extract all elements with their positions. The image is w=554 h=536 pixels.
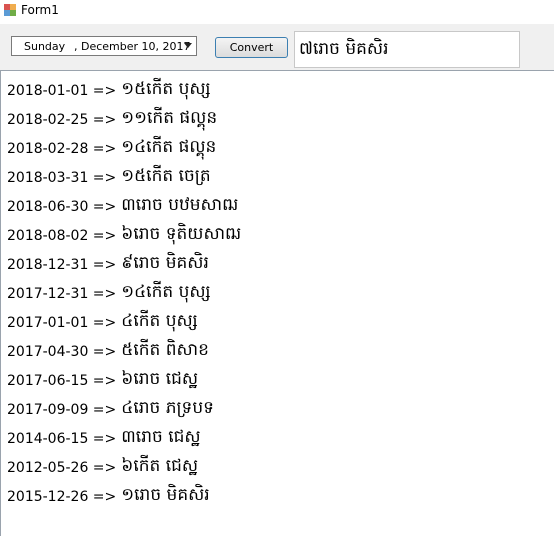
- list-item-khmer: ១៤កើត បុស្ស: [121, 282, 211, 302]
- list-item-date: 2017-06-15 =>: [7, 372, 117, 389]
- list-item-khmer: ៣រោច បឋមសាឍ: [121, 195, 239, 215]
- list-item-khmer: ៦កើត ជេស្ឋ: [121, 456, 199, 476]
- list-item: 2018-01-01 => ១៥កើត បុស្ស: [7, 76, 211, 105]
- result-textbox[interactable]: ៧រោច មិគសិរ: [294, 31, 520, 68]
- list-item-date: 2018-02-25 =>: [7, 111, 117, 128]
- list-item-date: 2018-08-02 =>: [7, 227, 117, 244]
- list-item-date: 2014-06-15 =>: [7, 430, 117, 447]
- top-panel: Sunday , December 10, 2017 Convert ៧រោច …: [0, 24, 554, 70]
- list-item-khmer: ៦រោច ទុតិយសាឍ: [121, 224, 242, 244]
- list-item-date: 2017-09-09 =>: [7, 401, 117, 418]
- title-bar: Form1: [0, 0, 554, 24]
- list-item-date: 2017-01-01 =>: [7, 314, 117, 331]
- date-picker-value: , December 10, 2017: [74, 40, 191, 53]
- list-item-date: 2018-06-30 =>: [7, 198, 117, 215]
- list-item: 2017-09-09 => ៤រោច ភទ្របទ: [7, 395, 214, 424]
- list-item: 2017-01-01 => ៤កើត បុស្ស: [7, 308, 198, 337]
- list-item-khmer: ៣រោច ជេស្ឋ: [121, 427, 201, 447]
- list-item-khmer: ១៥កើត បុស្ស: [121, 79, 211, 99]
- date-picker[interactable]: Sunday , December 10, 2017: [11, 36, 197, 56]
- list-item-date: 2017-12-31 =>: [7, 285, 117, 302]
- list-item: 2017-06-15 => ៦រោច ជេស្ឋ: [7, 366, 198, 395]
- list-item-date: 2018-12-31 =>: [7, 256, 117, 273]
- list-item: 2018-12-31 => ៩រោច មិគសិរ: [7, 250, 209, 279]
- list-item-khmer: ៩រោច មិគសិរ: [121, 253, 209, 273]
- list-item-date: 2017-04-30 =>: [7, 343, 117, 360]
- list-item: 2014-06-15 => ៣រោច ជេស្ឋ: [7, 424, 201, 453]
- window-title: Form1: [21, 3, 59, 17]
- list-item-khmer: ១៤កើត ផល្គុន: [121, 137, 217, 157]
- list-item: 2018-06-30 => ៣រោច បឋមសាឍ: [7, 192, 238, 221]
- result-text: ៧រោច មិគសិរ: [299, 39, 389, 59]
- list-item-khmer: ៤កើត បុស្ស: [121, 311, 198, 331]
- list-item: 2015-12-26 => ១រោច មិគសិរ: [7, 482, 210, 511]
- list-item: 2017-12-31 => ១៤កើត បុស្ស: [7, 279, 211, 308]
- list-item: 2018-02-25 => ១១កើត ផល្គុន: [7, 105, 217, 134]
- list-item: 2012-05-26 => ៦កើត ជេស្ឋ: [7, 453, 198, 482]
- list-item-khmer: ៦រោច ជេស្ឋ: [121, 369, 199, 389]
- list-item-khmer: ៥កើត ពិសាខ: [121, 340, 209, 360]
- list-item-khmer: ១៥កើត ចេត្រ: [121, 166, 211, 186]
- list-item-khmer: ១១កើត ផល្គុន: [121, 108, 218, 128]
- list-item-khmer: ៤រោច ភទ្របទ: [121, 398, 214, 418]
- app-icon: [4, 4, 16, 16]
- list-item: 2018-03-31 => ១៥កើត ចេត្រ: [7, 163, 211, 192]
- list-item-date: 2018-03-31 =>: [7, 169, 117, 186]
- list-item-date: 2015-12-26 =>: [7, 488, 117, 505]
- list-item-khmer: ១រោច មិគសិរ: [121, 485, 210, 505]
- date-picker-day: Sunday: [24, 40, 66, 53]
- list-item: 2018-02-28 => ១៤កើត ផល្គុន: [7, 134, 216, 163]
- chevron-down-icon[interactable]: [184, 43, 192, 48]
- output-listbox[interactable]: 2018-01-01 => ១៥កើត បុស្ស 2018-02-25 => ១១…: [0, 70, 554, 536]
- convert-button[interactable]: Convert: [215, 37, 288, 58]
- list-item: 2018-08-02 => ៦រោច ទុតិយសាឍ: [7, 221, 241, 250]
- list-item-date: 2018-02-28 =>: [7, 140, 117, 157]
- list-item-date: 2018-01-01 =>: [7, 82, 117, 99]
- list-item: 2017-04-30 => ៥កើត ពិសាខ: [7, 337, 209, 366]
- list-item-date: 2012-05-26 =>: [7, 459, 117, 476]
